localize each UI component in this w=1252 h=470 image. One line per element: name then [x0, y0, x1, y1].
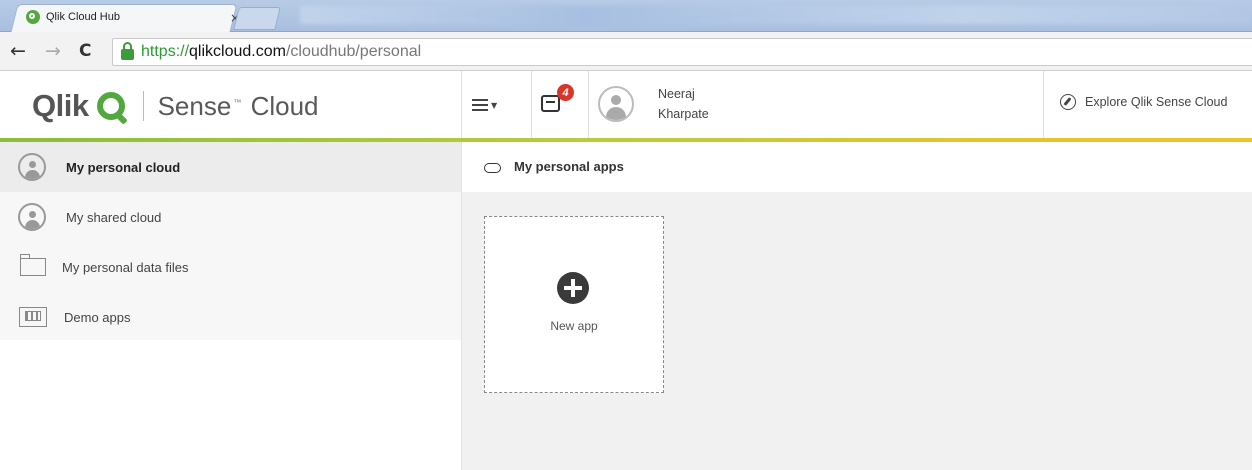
folder-icon [19, 254, 46, 276]
avatar-head [611, 95, 621, 105]
compass-icon [1060, 94, 1076, 110]
tab-title: Qlik Cloud Hub [46, 11, 120, 23]
cloud-icon [484, 163, 501, 173]
main-content: My personal apps New app [462, 142, 1252, 470]
address-bar-row: ← → C https://qlikcloud.com/cloudhub/per… [0, 32, 1252, 71]
app-header: Qlik Sense ™ Cloud ▼ 4 Neeraj Kharpate Ex… [0, 71, 1252, 138]
browser-tab-strip: Qlik Cloud Hub × [0, 0, 1252, 32]
logo-product-suffix: Cloud [250, 90, 319, 121]
url-scheme: https:// [141, 43, 190, 60]
header-divider [1043, 71, 1044, 138]
logo-brand: Qlik [32, 88, 89, 123]
header-divider [531, 71, 532, 138]
sidebar-item-label: Demo apps [64, 309, 131, 325]
lock-icon [121, 42, 134, 60]
header-divider [461, 71, 462, 138]
explore-qlik-link[interactable]: Explore Qlik Sense Cloud [1060, 94, 1227, 110]
sidebar: My personal cloud My shared cloud My per… [0, 142, 461, 470]
sidebar-item-label: My personal data files [62, 259, 189, 275]
url-host: qlikcloud.com [189, 43, 286, 60]
notification-badge: 4 [557, 84, 574, 101]
user-avatar-icon[interactable] [598, 86, 634, 122]
qlik-favicon-icon [26, 10, 40, 24]
sidebar-item-my-personal-data-files[interactable]: My personal data files [0, 242, 461, 292]
list-menu-icon [472, 99, 488, 111]
user-first-name: Neeraj [658, 87, 695, 101]
plus-circle-icon[interactable] [557, 272, 589, 304]
page-title: My personal apps [514, 159, 624, 174]
qlik-q-logo-icon [96, 92, 125, 120]
forward-arrow-icon[interactable]: → [45, 40, 61, 62]
blurred-window-title [300, 6, 1250, 24]
logo-divider [142, 91, 144, 121]
logo-product: Sense ™ Cloud [158, 91, 319, 122]
chevron-down-icon: ▼ [491, 100, 498, 110]
qlik-sense-cloud-logo[interactable]: Qlik Sense ™ Cloud [32, 88, 319, 124]
person-icon [18, 153, 46, 181]
reload-icon[interactable]: C [79, 41, 91, 61]
notifications-button[interactable]: 4 [541, 84, 574, 112]
url-text: https://qlikcloud.com/cloudhub/personal [141, 43, 421, 61]
url-path: /cloudhub/personal [285, 43, 422, 60]
explore-label: Explore Qlik Sense Cloud [1085, 95, 1228, 109]
demo-apps-icon [19, 307, 47, 327]
logo-product-name: Sense [157, 90, 232, 121]
user-last-name: Kharpate [658, 107, 709, 121]
new-app-card[interactable]: New app [484, 216, 664, 393]
avatar-body [606, 107, 626, 120]
user-name[interactable]: Neeraj Kharpate [658, 84, 709, 124]
new-app-label: New app [550, 319, 598, 333]
sidebar-item-my-shared-cloud[interactable]: My shared cloud [0, 192, 461, 242]
sidebar-item-my-personal-cloud[interactable]: My personal cloud [0, 142, 461, 192]
browser-tab-content[interactable]: Qlik Cloud Hub × [26, 7, 240, 27]
back-arrow-icon[interactable]: ← [10, 40, 26, 62]
logo-trademark: ™ [233, 97, 242, 107]
header-divider [588, 71, 589, 138]
url-field[interactable]: https://qlikcloud.com/cloudhub/personal [112, 38, 1252, 66]
sidebar-item-demo-apps[interactable]: Demo apps [0, 292, 461, 342]
sidebar-list: My personal cloud My shared cloud My per… [0, 142, 461, 340]
sidebar-item-label: My shared cloud [66, 209, 162, 225]
sidebar-item-label: My personal cloud [66, 159, 181, 175]
new-tab-button[interactable] [233, 7, 281, 30]
person-icon [18, 203, 46, 231]
notification-inbox-icon [541, 95, 560, 112]
hub-menu-button[interactable]: ▼ [472, 93, 512, 117]
main-header: My personal apps [462, 142, 1252, 192]
